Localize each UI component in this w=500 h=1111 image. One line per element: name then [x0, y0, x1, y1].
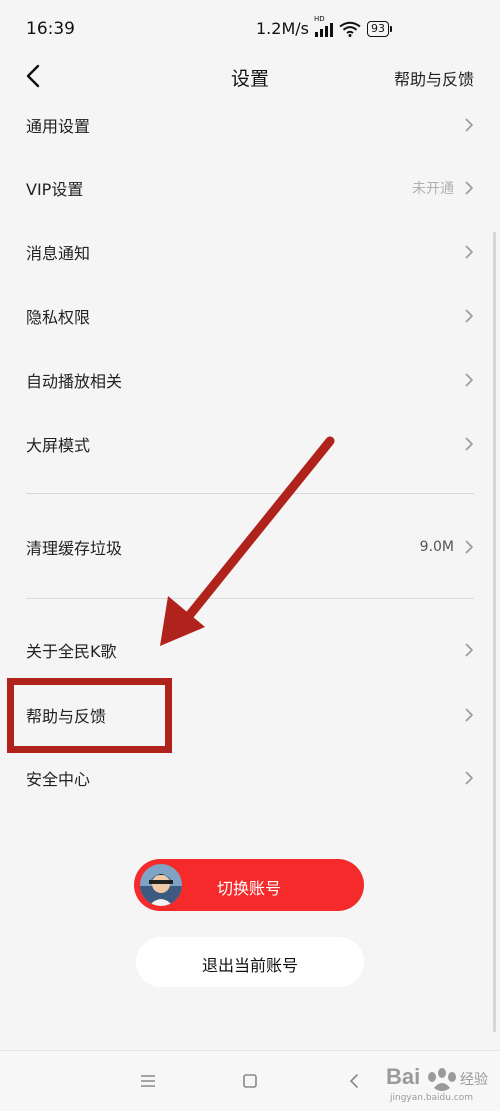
- chevron-right-icon: [465, 309, 474, 323]
- chevron-right-icon: [465, 540, 474, 554]
- logout-button[interactable]: 退出当前账号: [136, 937, 364, 987]
- chevron-right-icon: [465, 373, 474, 387]
- settings-item-label: 帮助与反馈: [26, 707, 107, 726]
- chevron-right-icon: [465, 771, 474, 785]
- settings-item-large-screen[interactable]: 大屏模式: [0, 414, 500, 474]
- chevron-right-icon: [465, 181, 474, 195]
- system-nav-bar: [0, 1050, 500, 1111]
- settings-item-privacy[interactable]: 隐私权限: [0, 286, 500, 346]
- status-indicators: 1.2M/s HD 93: [256, 15, 392, 38]
- settings-item-label: 大屏模式: [26, 436, 91, 455]
- settings-screen: 16:39 1.2M/s HD 93 设置 帮助与反馈 通用设置 VIP设置 未…: [0, 0, 500, 1111]
- vip-status-value: 未开通: [412, 181, 454, 197]
- settings-item-clear-cache[interactable]: 清理缓存垃圾 9.0M: [0, 517, 500, 577]
- settings-item-label: 自动播放相关: [26, 372, 123, 391]
- menu-icon[interactable]: [138, 1071, 158, 1091]
- scrollbar[interactable]: [493, 232, 496, 1032]
- logout-label: 退出当前账号: [201, 956, 298, 975]
- section-divider: [26, 493, 474, 494]
- home-icon[interactable]: [240, 1071, 260, 1091]
- settings-item-label: 消息通知: [26, 244, 91, 263]
- network-speed: 1.2M/s: [256, 19, 309, 38]
- header: 设置 帮助与反馈: [0, 56, 500, 100]
- settings-item-label: 关于全民K歌: [26, 642, 117, 661]
- switch-account-button[interactable]: 切换账号: [134, 859, 364, 911]
- settings-item-general[interactable]: 通用设置: [0, 95, 500, 155]
- chevron-right-icon: [465, 643, 474, 657]
- settings-item-label: 清理缓存垃圾: [26, 539, 123, 558]
- status-bar: 16:39 1.2M/s HD 93: [0, 0, 500, 56]
- chevron-right-icon: [465, 437, 474, 451]
- settings-item-vip[interactable]: VIP设置 未开通: [0, 158, 500, 218]
- settings-item-help-feedback[interactable]: 帮助与反馈: [0, 685, 500, 745]
- battery-icon: 93: [366, 20, 392, 37]
- settings-item-label: 隐私权限: [26, 308, 91, 327]
- cache-size-value: 9.0M: [419, 539, 454, 555]
- settings-item-label: 安全中心: [26, 770, 91, 789]
- settings-item-security[interactable]: 安全中心: [0, 748, 500, 808]
- section-divider: [26, 598, 474, 599]
- back-arrow-icon[interactable]: [22, 64, 46, 88]
- chevron-right-icon: [465, 118, 474, 132]
- settings-item-label: VIP设置: [26, 180, 84, 199]
- chevron-right-icon: [465, 708, 474, 722]
- chevron-right-icon: [465, 245, 474, 259]
- cellular-signal-icon: HD: [314, 15, 333, 37]
- hd-badge: HD: [313, 14, 325, 23]
- settings-item-about[interactable]: 关于全民K歌: [0, 620, 500, 680]
- settings-item-autoplay[interactable]: 自动播放相关: [0, 350, 500, 410]
- status-time: 16:39: [26, 19, 75, 39]
- back-icon[interactable]: [345, 1071, 365, 1091]
- wifi-icon: [339, 21, 361, 37]
- help-feedback-link[interactable]: 帮助与反馈: [394, 66, 474, 90]
- switch-account-label: 切换账号: [216, 879, 281, 898]
- settings-item-notifications[interactable]: 消息通知: [0, 222, 500, 282]
- settings-item-label: 通用设置: [26, 117, 91, 136]
- battery-level: 93: [366, 20, 389, 37]
